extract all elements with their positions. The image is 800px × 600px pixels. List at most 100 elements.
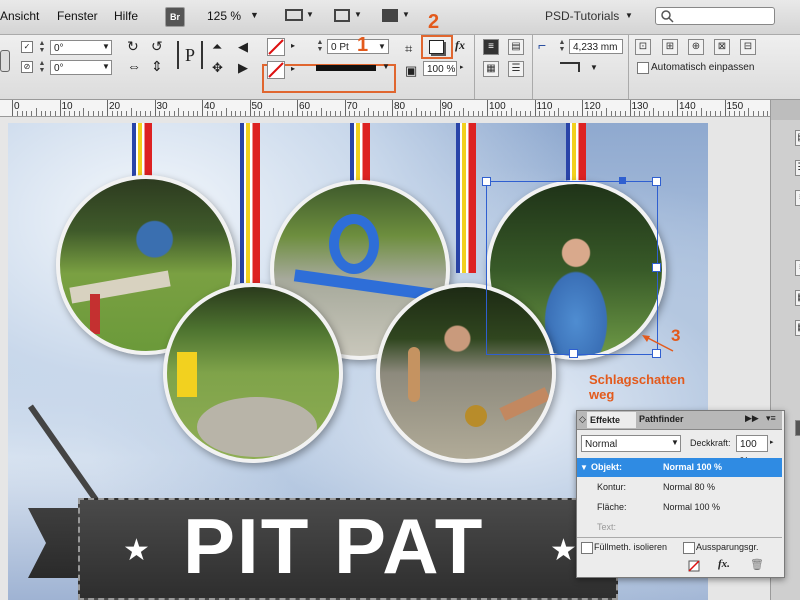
view-options-icon[interactable] (334, 9, 350, 22)
text-wrap-jump-icon[interactable]: ☰ (508, 61, 524, 77)
fit-content-proportionally-icon[interactable]: ⊟ (740, 39, 756, 55)
pages-panel-icon[interactable]: ▤ (795, 130, 800, 146)
dock-header[interactable] (771, 100, 800, 120)
text-wrap-none-icon[interactable]: ≡ (483, 39, 499, 55)
opacity-input[interactable]: 100 % (736, 435, 768, 467)
drop-shadow-button[interactable] (429, 40, 444, 54)
resize-handle[interactable] (652, 263, 661, 272)
shear-checkbox[interactable]: ⊘ (21, 61, 33, 73)
chevron-down-icon[interactable]: ▼ (671, 438, 679, 447)
select-next-icon[interactable]: ▶ (238, 60, 248, 76)
resize-handle[interactable] (482, 177, 491, 186)
chevron-down-icon[interactable]: ▼ (250, 10, 259, 20)
opacity-field[interactable]: 100 % (423, 61, 457, 76)
color-panel-icon[interactable]: ▦ (795, 290, 800, 306)
collapse-panel-icon[interactable]: ▶▶ (745, 413, 759, 424)
chevron-down-icon[interactable]: ▼ (102, 42, 110, 51)
trash-icon[interactable]: 🗑 (750, 558, 764, 571)
text-wrap-box-icon[interactable]: ▤ (508, 39, 524, 55)
horizontal-ruler[interactable]: 0 10 20 30 40 50 60 70 80 90 100 110 120 130 140 150 (0, 100, 770, 117)
add-effect-fx-icon[interactable]: fx. (718, 558, 730, 570)
links-panel-icon[interactable]: ≡ (795, 190, 800, 206)
ruler-tick (202, 100, 203, 116)
fill-menu-icon[interactable]: ▸ (291, 41, 295, 50)
expand-icon[interactable]: ▼ (580, 458, 588, 477)
width-stepper[interactable]: ▲ ▼ (558, 39, 566, 53)
tab-effekte[interactable]: Effekte (587, 412, 636, 428)
search-input[interactable] (655, 7, 775, 25)
select-content-icon[interactable]: ✥ (212, 60, 223, 76)
width-field[interactable]: 4,233 mm (569, 39, 623, 54)
fill-none-swatch[interactable] (267, 38, 285, 56)
chevron-down-icon[interactable]: ▼ (378, 42, 386, 51)
stroke-none-swatch[interactable] (267, 61, 285, 79)
chevron-down-icon[interactable]: ▼ (402, 10, 410, 19)
select-previous-icon[interactable]: ◀ (238, 39, 248, 55)
menu-fenster[interactable]: Fenster (57, 9, 98, 23)
stroke-menu-icon[interactable]: ▸ (291, 64, 295, 73)
chevron-down-icon[interactable]: ▼ (590, 63, 598, 72)
chevron-down-icon[interactable]: ▼ (102, 62, 110, 71)
effects-panel-icon[interactable] (795, 420, 800, 436)
divider (474, 35, 475, 99)
photo-putting-2[interactable] (163, 283, 343, 463)
autofit-checkbox[interactable] (637, 62, 649, 74)
ruler-minor-tick (449, 111, 450, 116)
zoom-level[interactable]: 125 % (207, 9, 241, 23)
panel-menu-icon[interactable]: ▾≡ (766, 413, 776, 424)
isolate-blending-checkbox[interactable] (581, 542, 593, 554)
chevron-down-icon[interactable]: ▼ (625, 11, 633, 20)
menu-hilfe[interactable]: Hilfe (114, 9, 138, 23)
menu-ansicht[interactable]: Ansicht (0, 9, 39, 23)
swatches-panel-icon[interactable]: ▦ (795, 320, 800, 336)
stroke-panel-icon[interactable]: ≡ (795, 260, 800, 276)
chevron-right-icon[interactable]: ▸ (770, 438, 774, 446)
ruler-tick (629, 100, 631, 116)
shear-stepper[interactable]: ▲ ▼ (38, 60, 46, 74)
select-container-icon[interactable]: ⏶ (212, 39, 222, 55)
collapse-icon[interactable]: ◇ (579, 414, 586, 425)
chevron-down-icon[interactable]: ▼ (382, 62, 390, 71)
link-icon[interactable] (0, 50, 10, 72)
stroke-style-preview[interactable] (316, 65, 376, 71)
reference-point-icon[interactable]: P (177, 41, 203, 69)
flip-vertical-icon[interactable]: ⇕ (151, 58, 163, 75)
knockout-group-checkbox[interactable] (683, 542, 695, 554)
rotate-ccw-icon[interactable]: ↺ (151, 38, 163, 55)
constrain-checkbox[interactable]: ✓ (21, 41, 33, 53)
clear-effects-icon[interactable] (688, 560, 700, 572)
rotate-cw-icon[interactable]: ↻ (127, 38, 139, 55)
corner-shape-icon[interactable] (560, 62, 580, 72)
stroke-weight-stepper[interactable]: ▲ ▼ (316, 39, 324, 53)
selection-frame[interactable] (486, 181, 658, 355)
tab-pathfinder[interactable]: Pathfinder (639, 414, 684, 424)
ruler-minor-tick (320, 108, 322, 116)
rotate-stepper[interactable]: ▲ ▼ (38, 40, 46, 54)
fit-content-to-frame-icon[interactable]: ⊡ (635, 39, 651, 55)
effects-fx-button[interactable]: fx (455, 38, 465, 53)
effects-row-fill[interactable]: Fläche: Normal 100 % (577, 498, 782, 517)
effects-row-object[interactable]: ▼ Objekt: Normal 100 % (577, 458, 782, 477)
effects-row-stroke[interactable]: Kontur: Normal 80 % (577, 478, 782, 497)
chevron-right-icon[interactable]: ▸ (460, 63, 464, 71)
chevron-down-icon[interactable]: ▼ (306, 10, 314, 19)
resize-handle[interactable] (569, 349, 578, 358)
arrange-documents-icon[interactable] (382, 9, 398, 22)
screen-mode-icon[interactable] (285, 9, 303, 21)
resize-handle[interactable] (652, 177, 661, 186)
edit-corners-icon[interactable]: ⌗ (405, 41, 412, 57)
layers-panel-icon[interactable]: ☰ (795, 160, 800, 176)
text-wrap-shape-icon[interactable]: ▦ (483, 61, 499, 77)
chevron-down-icon[interactable]: ▼ (354, 10, 362, 19)
workspace-switcher[interactable]: PSD-Tutorials (545, 9, 619, 23)
ruler-tick (107, 100, 108, 116)
ruler-minor-tick (648, 111, 650, 116)
flip-horizontal-icon[interactable]: ⇔ (127, 58, 141, 74)
bridge-button[interactable]: Br (165, 7, 185, 27)
fit-frame-to-content-icon[interactable]: ⊞ (662, 39, 678, 55)
center-content-icon[interactable]: ⊕ (688, 39, 704, 55)
fill-frame-proportionally-icon[interactable]: ⊠ (714, 39, 730, 55)
ruler-minor-tick (643, 111, 645, 116)
resize-handle[interactable] (619, 177, 626, 184)
blend-mode-select[interactable]: Normal (581, 435, 681, 452)
